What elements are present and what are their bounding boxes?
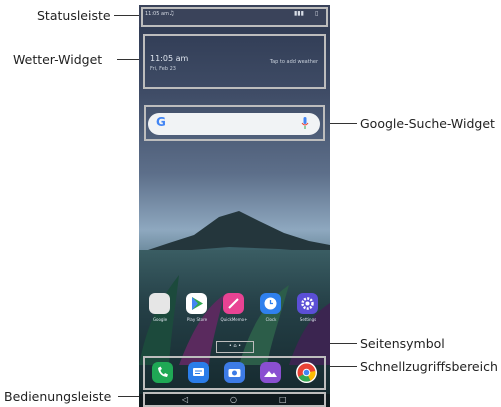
- google-search-bar[interactable]: [148, 113, 320, 135]
- microphone-icon[interactable]: [301, 115, 309, 131]
- app-label: Clock: [265, 317, 277, 322]
- app-play-store[interactable]: [186, 293, 207, 314]
- app-label: QuickMemo+: [220, 317, 248, 322]
- page-indicator[interactable]: • ⌂ •: [216, 341, 254, 353]
- app-label: Settings: [299, 317, 317, 322]
- callout-search-widget: Google-Suche-Widget: [360, 116, 495, 131]
- phone-screen: 11:05 am ♫ ▮▮▮ ▯ 11:05 am Fri, Feb 23 Ta…: [139, 5, 330, 407]
- app-quickmemo[interactable]: [223, 293, 244, 314]
- google-logo-icon: G: [156, 115, 166, 129]
- weather-highlight: [143, 34, 326, 89]
- dock-highlight: [143, 356, 326, 390]
- leader-line: [117, 59, 140, 60]
- leader-line: [118, 396, 140, 397]
- app-label: Google: [152, 317, 168, 322]
- app-google-folder[interactable]: [149, 293, 170, 314]
- app-settings[interactable]: [297, 293, 318, 314]
- callout-statusbar: Statusleiste: [37, 8, 111, 23]
- callout-weather-widget: Wetter-Widget: [13, 52, 103, 67]
- navbar-highlight: [143, 392, 326, 407]
- play-store-icon: [192, 297, 203, 310]
- callout-page-icon: Seitensymbol: [360, 336, 445, 351]
- pen-icon: [228, 298, 239, 309]
- app-clock[interactable]: [260, 293, 281, 314]
- callout-navigation-bar: Bedienungsleiste: [4, 389, 112, 404]
- app-label: Play Store: [186, 317, 208, 322]
- leader-line: [114, 15, 140, 16]
- statusbar-highlight: [141, 7, 328, 27]
- callout-quick-access: Schnellzugriffsbereich: [360, 359, 498, 374]
- clock-icon: [264, 297, 277, 310]
- gear-icon: [301, 297, 314, 310]
